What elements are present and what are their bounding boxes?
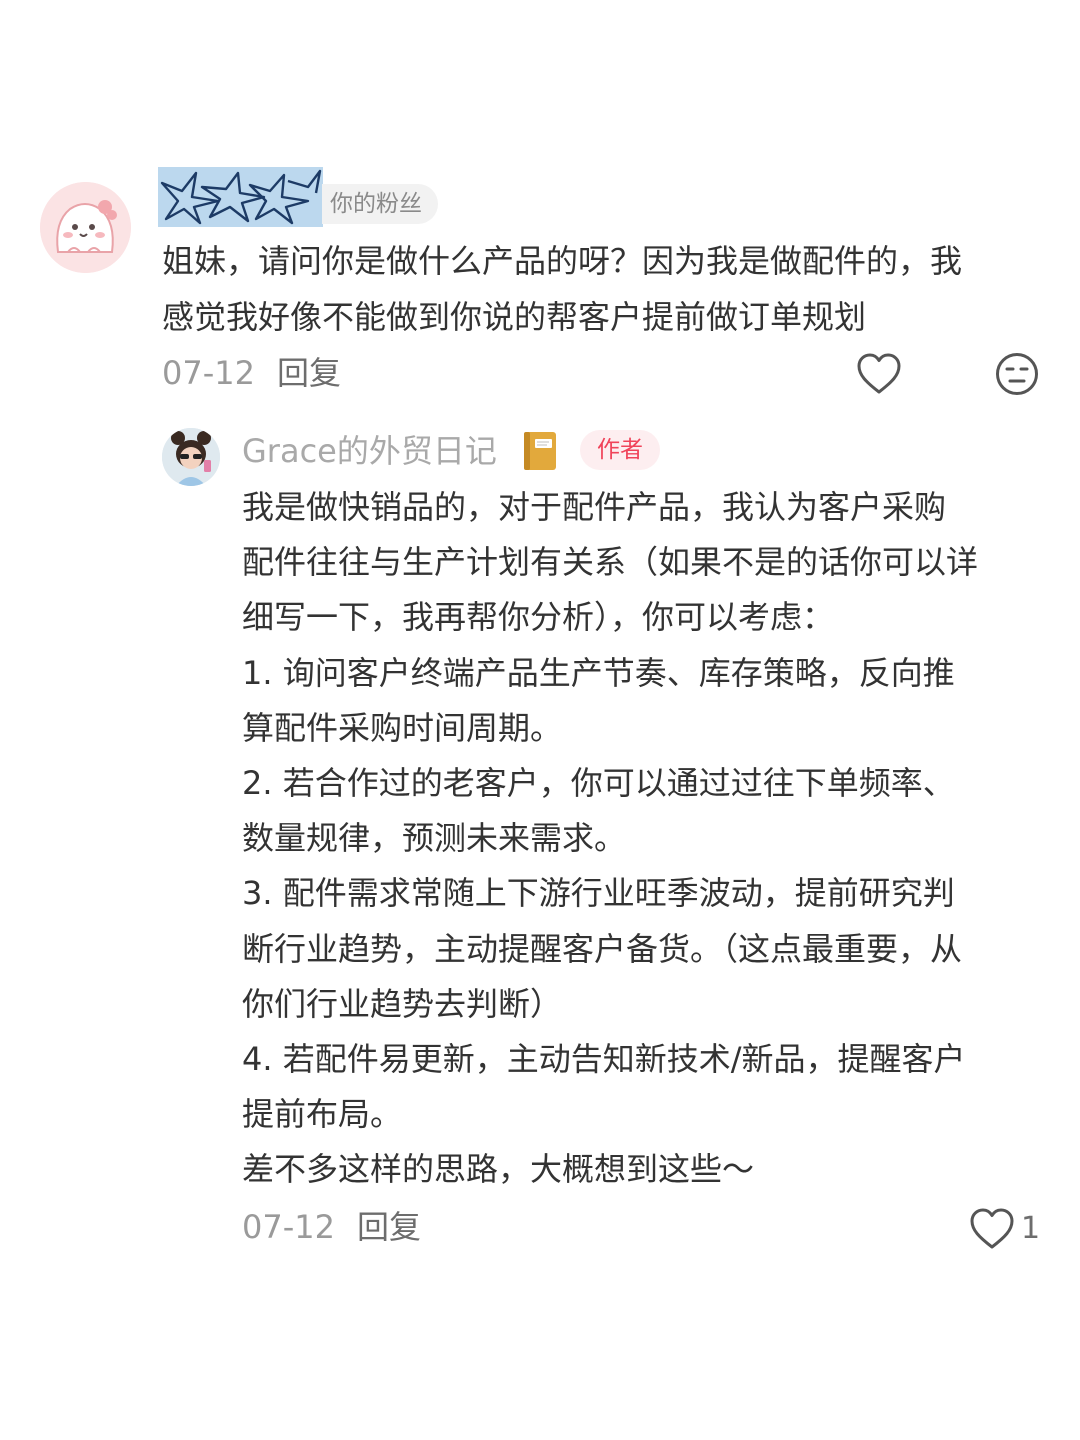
reply-line: 我是做快销品的，对于配件产品，我认为客户采购 [242,488,947,526]
reply-line: 配件往往与生产计划有关系（如果不是的话你可以详 [242,543,979,582]
reply-line: 数量规律，预测未来需求。 [242,819,627,858]
heart-outline-icon [970,1208,1014,1249]
author-name[interactable]: Grace的外贸日记 [242,428,497,474]
comment-reply-button[interactable]: 回复 [277,354,341,392]
commenter-username-redacted[interactable] [158,167,323,227]
girl-avatar-icon [162,428,220,486]
comment-like-button[interactable] [856,352,902,396]
reply-like-button[interactable] [969,1207,1015,1251]
reply-meta: 07-12 回复 [242,1203,421,1251]
reply-line: 断行业趋势，主动提醒客户备货。（这点最重要，从 [242,929,963,968]
comment-date: 07-12 [162,354,255,392]
expressionless-face-icon [996,353,1038,395]
reply-line: 提前布局。 [242,1095,403,1134]
reply-like-count: 1 [1021,1211,1041,1246]
comment-text: 姐妹，请问你是做什么产品的呀？因为我是做配件的，我 感觉我好像不能做到你说的帮客… [162,242,963,336]
cartoon-avatar-icon [40,182,131,273]
reply-line: 差不多这样的思路，大概想到这些～ [242,1150,755,1189]
commenter-avatar[interactable] [40,182,131,273]
comment-emoji-button[interactable] [995,352,1039,396]
reply-line: 2. 若合作过的老客户，你可以通过过往下单频率、 [242,764,955,803]
reply-date: 07-12 [242,1208,335,1246]
reply-line: 细写一下，我再帮你分析），你可以考虑： [242,598,835,637]
fan-badge: 你的粉丝 [322,184,438,224]
reply-line: 你们行业趋势去判断） [242,984,563,1023]
reply-line: 4. 若配件易更新，主动告知新技术/新品，提醒客户 [242,1040,966,1079]
reply-line: 1. 询问客户终端产品生产节奏、库存策略，反向推 [242,653,955,692]
notebook-icon [520,430,560,472]
author-avatar[interactable] [162,428,220,486]
author-badge: 作者 [580,430,660,470]
heart-outline-icon [857,353,901,394]
redaction-scribble-icon [158,167,323,227]
reply-reply-button[interactable]: 回复 [357,1208,421,1246]
comment-meta: 07-12 回复 [162,349,341,397]
reply-line: 3. 配件需求常随上下游行业旺季波动，提前研究判 [242,874,955,913]
reply-text: 我是做快销品的，对于配件产品，我认为客户采购 配件往往与生产计划有关系（如果不是… [242,480,1047,1198]
reply-line: 算配件采购时间周期。 [242,708,563,747]
